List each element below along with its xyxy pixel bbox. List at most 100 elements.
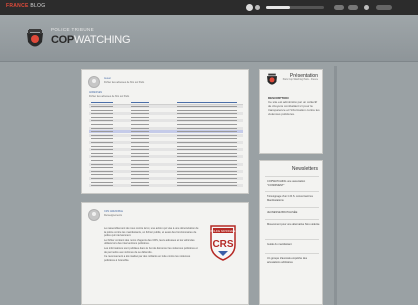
- volume-icon[interactable]: [334, 5, 344, 10]
- table-cell: [131, 170, 149, 172]
- table-cell: [91, 116, 113, 118]
- newsletter-link[interactable]: JEUNESSE BRUTALISÉE: [267, 211, 321, 215]
- table-row: [89, 155, 243, 159]
- table-row: [89, 126, 243, 130]
- table-row: [89, 105, 243, 108]
- play-icon[interactable]: [246, 4, 253, 11]
- table-cell: [91, 106, 113, 107]
- table-cell: [91, 178, 113, 179]
- table-row: [89, 116, 243, 119]
- table-cell: [91, 185, 113, 187]
- table-cell: [131, 120, 149, 122]
- widget-subtitle: Paris Cop Watching Paris - France: [282, 79, 318, 81]
- site-header: POLICE TRIBUNE COPWATCHING: [0, 15, 418, 62]
- divider: [265, 207, 319, 208]
- table-cell: [91, 109, 113, 111]
- toolbar-brand[interactable]: FRANCE BLOG: [6, 3, 45, 9]
- newsletter-link[interactable]: Un groupe d'avocats empêche des arrestat…: [267, 257, 321, 264]
- table-cell: [91, 142, 113, 143]
- table-cell: [131, 131, 149, 133]
- post-title[interactable]: CRS GRENOBLE: [104, 210, 123, 213]
- scrollbar[interactable]: [334, 66, 337, 305]
- table-cell: [131, 160, 149, 161]
- table-cell: [91, 167, 113, 169]
- table-row: [89, 109, 243, 112]
- menu-icon[interactable]: [376, 5, 392, 10]
- table-cell: [91, 127, 113, 129]
- stop-icon[interactable]: [255, 5, 260, 10]
- table-cell: [131, 149, 149, 151]
- table-cell: [177, 185, 237, 187]
- table-cell: [131, 134, 149, 136]
- newsletter-link[interactable]: Mouvement pour une alternative Non-viole…: [267, 223, 321, 227]
- table-cell: [131, 124, 149, 125]
- table-cell: [131, 145, 149, 147]
- table-cell: [131, 178, 149, 179]
- post-paragraph: Le rassemblement de nous contre la loi, …: [104, 227, 199, 238]
- site-logo[interactable]: POLICE TRIBUNE COPWATCHING: [24, 24, 131, 56]
- table-row: [89, 130, 243, 134]
- site-name-light: WATCHING: [73, 34, 131, 46]
- table-cell: [177, 113, 237, 115]
- post-subtitle: Fichier des adresses de flics sur Paris: [89, 95, 130, 98]
- table-row: [89, 145, 243, 148]
- address-table: [89, 101, 243, 189]
- post-title[interactable]: ADRESSES: [89, 91, 102, 94]
- table-cell: [177, 181, 237, 183]
- table-cell: [91, 102, 113, 103]
- post-paragraph: Les informations sont publiées dans le b…: [104, 246, 198, 254]
- table-cell: [131, 181, 149, 183]
- newsletters-widget: Newsletters COPWATCHING une association …: [259, 160, 323, 305]
- post-subtitle: Renseignements: [104, 214, 122, 217]
- table-cell: [177, 152, 237, 154]
- newsletter-link[interactable]: Guide du manifestant: [267, 243, 321, 247]
- crest-icon: [27, 29, 43, 47]
- table-cell: [177, 149, 237, 151]
- crest-icon: [267, 73, 277, 85]
- progress-track[interactable]: [266, 6, 324, 9]
- table-cell: [131, 174, 149, 176]
- table-cell: [177, 109, 237, 111]
- site-name: COPWATCHING: [51, 34, 131, 46]
- table-cell: [177, 116, 237, 118]
- table-cell: [91, 170, 113, 172]
- table-cell: [131, 138, 149, 140]
- table-row: [89, 173, 243, 176]
- table-row: [89, 112, 243, 116]
- table-cell: [131, 152, 149, 154]
- table-row: [89, 119, 243, 123]
- table-cell: [177, 178, 237, 179]
- table-cell: [91, 160, 113, 161]
- table-row: [89, 123, 243, 126]
- table-row: [89, 162, 243, 166]
- divider: [265, 219, 319, 220]
- post-byline: Fichier des adresses de flics sur Paris: [104, 81, 145, 84]
- table-cell: [131, 113, 149, 115]
- settings-icon[interactable]: [364, 5, 369, 10]
- table-cell: [91, 149, 113, 151]
- table-cell: [177, 138, 237, 140]
- fullscreen-icon[interactable]: [348, 5, 358, 10]
- brand-highlight: FRANCE: [6, 3, 29, 9]
- newsletter-link[interactable]: COPWATCHING une association "CONDIMENT": [267, 180, 321, 187]
- avatar: [88, 76, 100, 88]
- table-row: [89, 133, 243, 137]
- table-cell: [91, 134, 113, 136]
- badge-top-text: POLICE NATIONALE: [211, 229, 236, 233]
- brand-label: BLOG: [30, 3, 46, 9]
- newsletter-link[interactable]: Témoignage d'un C.R.S. concernant les Ma…: [267, 195, 321, 202]
- table-cell: [131, 163, 149, 165]
- table-cell: [131, 156, 149, 158]
- table-cell: [91, 131, 113, 133]
- table-cell: [131, 102, 149, 103]
- divider: [265, 176, 319, 177]
- divider: [265, 191, 319, 192]
- post-author[interactable]: Auteur: [104, 77, 111, 80]
- table-row: [89, 169, 243, 173]
- divider: [265, 253, 319, 254]
- table-row: [89, 137, 243, 140]
- media-controls: [246, 3, 406, 12]
- table-cell: [177, 163, 237, 165]
- table-cell: [91, 156, 113, 158]
- widget-title: Newsletters: [291, 166, 318, 172]
